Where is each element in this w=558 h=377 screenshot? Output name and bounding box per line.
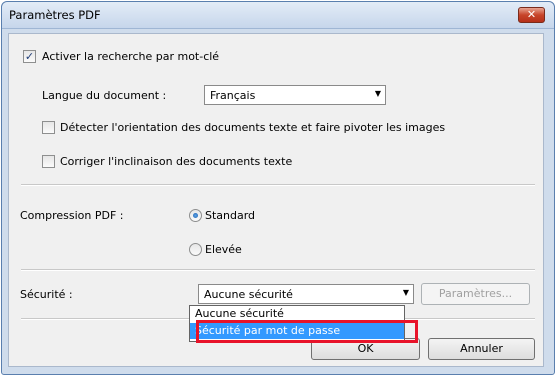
compression-high-radio[interactable] [189,243,202,256]
document-language-value: Français [210,89,256,102]
compression-high-label: Elevée [205,243,242,256]
chevron-down-icon: ▼ [402,288,409,297]
security-settings-button[interactable]: Paramètres... [421,283,530,305]
close-button[interactable]: ✕ [518,7,545,23]
detect-orientation-label: Détecter l'orientation des documents tex… [60,121,446,134]
compression-standard-label: Standard [205,209,256,222]
keyword-search-label: Activer la recherche par mot-clé [42,50,220,63]
detect-orientation-checkbox[interactable] [42,121,55,134]
security-value: Aucune sécurité [204,288,293,301]
document-language-select[interactable]: Français ▼ [204,85,386,105]
compression-standard-radio[interactable] [189,209,202,222]
chevron-down-icon: ▼ [374,89,381,98]
close-icon: ✕ [526,8,537,21]
security-dropdown-list: Aucune sécurité Sécurité par mot de pass… [189,305,405,342]
keyword-search-checkbox[interactable]: ✓ [23,50,36,63]
compression-label: Compression PDF : [20,209,124,222]
window-title: Paramètres PDF [9,8,101,22]
cancel-button[interactable]: Annuler [428,338,535,360]
title-bar[interactable]: Paramètres PDF ✕ [2,2,554,29]
correct-skew-label: Corriger l'inclinaison des documents tex… [60,155,293,168]
document-language-label: Langue du document : [42,89,167,102]
dropdown-item-no-security[interactable]: Aucune sécurité [190,306,404,322]
correct-skew-checkbox[interactable] [42,155,55,168]
security-select[interactable]: Aucune sécurité ▼ [198,284,414,304]
separator [21,184,535,186]
separator [21,269,535,271]
radio-selected-dot [193,213,198,218]
dropdown-item-password-security[interactable]: Sécurité par mot de passe [190,323,404,339]
security-label: Sécurité : [20,288,73,301]
